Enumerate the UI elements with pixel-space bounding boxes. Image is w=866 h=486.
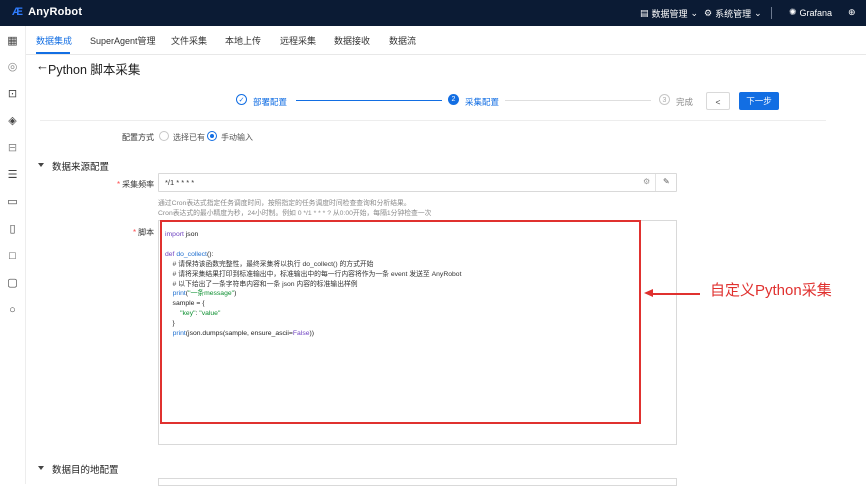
list-icon[interactable]: ☰	[6, 169, 19, 182]
data-manage-label: 数据管理	[651, 9, 688, 19]
step-connector-2	[505, 100, 651, 101]
tab-superagent[interactable]: SuperAgent管理	[90, 34, 156, 47]
top-navbar: Æ AnyRobot ▤ 数据管理 ⌄ ⚙ 系统管理 ⌄ ✺ Grafana ⊕	[0, 0, 866, 26]
collapse-caret-icon[interactable]	[38, 466, 44, 470]
input-divider	[655, 174, 656, 191]
collapse-caret-icon[interactable]	[38, 163, 44, 167]
script-label: * 脚本	[133, 228, 155, 237]
chevron-down-icon: ⌄	[754, 8, 762, 18]
prev-button[interactable]: <	[706, 92, 730, 110]
step-1-label: 部署配置	[253, 97, 288, 107]
data-manage-icon: ▤	[640, 8, 649, 18]
divider	[40, 120, 826, 121]
tab-remote-collect[interactable]: 远程采集	[280, 34, 316, 47]
top-divider	[771, 7, 772, 19]
radio-select-existing-label[interactable]: 选择已有	[173, 132, 205, 143]
tab-data-receive[interactable]: 数据接收	[334, 34, 370, 47]
target-section-title: 数据目的地配置	[52, 465, 119, 476]
data-manage-menu[interactable]: ▤ 数据管理 ⌄	[640, 7, 698, 20]
shield-icon[interactable]: ◈	[6, 115, 19, 128]
step-2-number: 2	[448, 94, 459, 105]
step-3-label: 完成	[676, 97, 694, 107]
frequency-label: * 采集频率	[117, 180, 155, 189]
tab-data-flow[interactable]: 数据流	[389, 34, 416, 47]
frequency-hint-2: Cron表达式的最小精度为秒，24小时制。例如 0 */1 * * * ? 从0…	[158, 210, 432, 217]
frequency-hint-1: 通过Cron表达式指定任务调度时间，按照指定的任务调度时间检查查询和分析结果。	[158, 200, 411, 207]
check-icon: ✓	[236, 94, 247, 105]
tab-file-collect[interactable]: 文件采集	[171, 34, 207, 47]
app-name: AnyRobot	[28, 6, 83, 18]
system-manage-menu[interactable]: ⚙ 系统管理 ⌄	[704, 7, 762, 20]
report-icon[interactable]: ▭	[6, 196, 19, 209]
edit-icon[interactable]: ✎	[663, 177, 670, 186]
language-menu[interactable]: ⊕	[848, 7, 856, 18]
target-input[interactable]	[158, 478, 677, 486]
box-icon[interactable]: □	[6, 250, 19, 263]
radio-select-existing[interactable]	[159, 131, 169, 141]
page-title: Python 脚本采集	[48, 63, 141, 77]
config-mode-label: 配置方式	[122, 133, 154, 142]
radio-manual-input-label[interactable]: 手动输入	[221, 132, 253, 143]
gear-icon: ⚙	[704, 8, 713, 18]
chevron-down-icon: ⌄	[690, 8, 699, 18]
annotation-text: 自定义Python采集	[710, 282, 832, 299]
globe-icon: ⊕	[848, 7, 856, 17]
step-connector-1	[296, 100, 442, 101]
tab-bar: 数据集成 SuperAgent管理 文件采集 本地上传 远程采集 数据接收 数据…	[26, 26, 866, 55]
frequency-value: */1 * * * *	[165, 178, 195, 187]
system-manage-label: 系统管理	[715, 9, 752, 19]
step-progress: ✓ 部署配置 2 采集配置 3 完成 < 下一步	[0, 88, 866, 112]
radio-manual-input[interactable]	[207, 131, 217, 141]
step-2-label: 采集配置	[465, 97, 500, 107]
tab-local-upload[interactable]: 本地上传	[225, 34, 261, 47]
file-icon[interactable]: ▯	[6, 223, 19, 236]
tab-data-integration[interactable]: 数据集成	[36, 34, 72, 47]
next-button[interactable]: 下一步	[739, 92, 779, 110]
lock-icon[interactable]: ▢	[6, 277, 19, 290]
grafana-icon: ✺	[789, 7, 797, 17]
grid-icon[interactable]: ▦	[6, 35, 19, 48]
search-icon[interactable]: ○	[6, 304, 19, 317]
settings-icon[interactable]: ⚙	[643, 177, 650, 186]
annotation-arrow-line	[652, 293, 700, 295]
grafana-label: Grafana	[799, 7, 833, 18]
app-logo[interactable]: Æ AnyRobot	[12, 6, 82, 18]
active-tab-indicator	[36, 52, 70, 54]
annotation-highlight-box	[160, 220, 641, 424]
grafana-link[interactable]: ✺ Grafana	[789, 7, 832, 18]
logo-icon: Æ	[12, 6, 24, 18]
source-section-title: 数据来源配置	[52, 162, 110, 173]
target-icon[interactable]: ◎	[6, 61, 19, 74]
frequency-input[interactable]: */1 * * * * ⚙ ✎	[158, 173, 677, 192]
chart-icon[interactable]: ⊟	[6, 142, 19, 155]
step-3-number: 3	[659, 94, 670, 105]
